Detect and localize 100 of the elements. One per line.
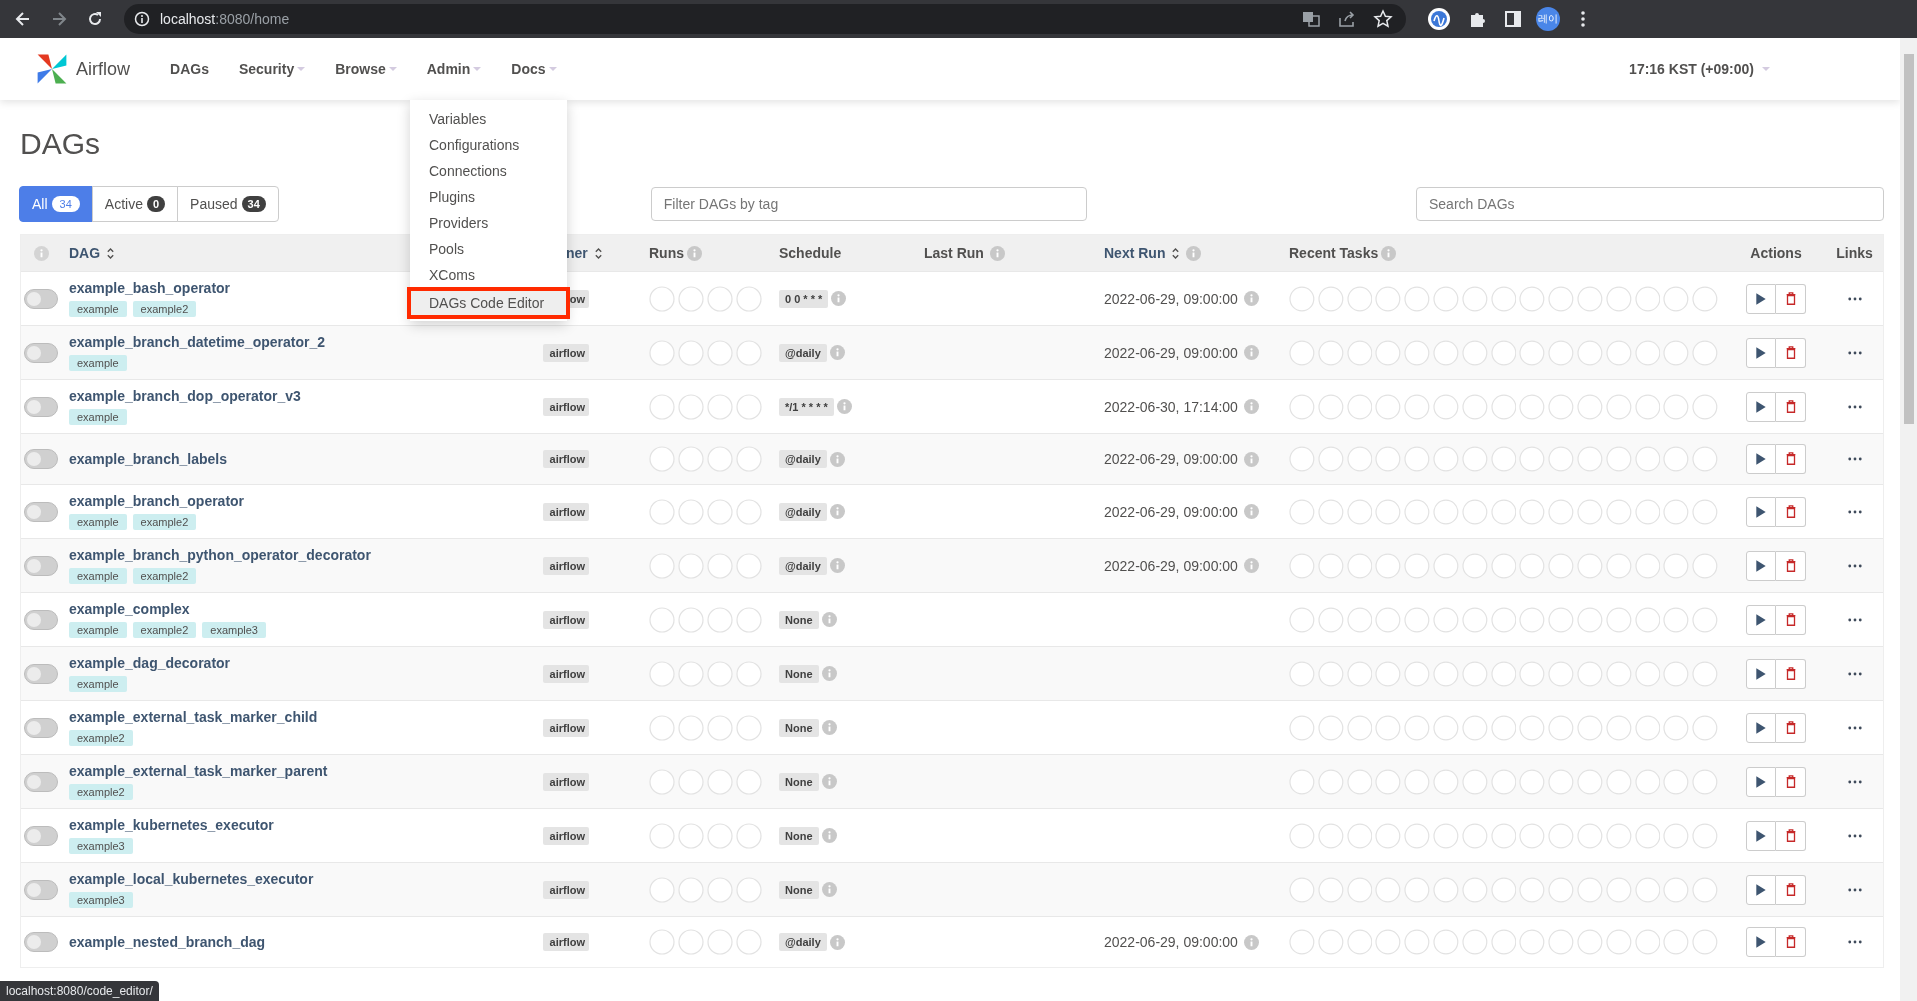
translate-icon[interactable] xyxy=(1301,9,1321,29)
pause-toggle[interactable] xyxy=(24,288,58,309)
more-icon[interactable] xyxy=(1847,833,1862,838)
dag-link[interactable]: example_branch_labels xyxy=(69,451,227,467)
trigger-button[interactable] xyxy=(1746,337,1776,368)
trigger-button[interactable] xyxy=(1746,550,1776,581)
sort-icon[interactable] xyxy=(1171,245,1181,261)
dag-link[interactable]: example_branch_python_operator_decorator xyxy=(69,547,371,563)
tag-label[interactable]: example xyxy=(69,622,127,638)
pause-toggle[interactable] xyxy=(24,396,58,417)
scrollbar[interactable] xyxy=(1900,38,1917,1001)
sort-icon[interactable] xyxy=(106,245,116,261)
column-header[interactable]: ner xyxy=(566,245,588,261)
more-icon[interactable] xyxy=(1847,671,1862,676)
sidebar-icon[interactable] xyxy=(1503,9,1523,29)
share-icon[interactable] xyxy=(1337,9,1357,29)
delete-button[interactable] xyxy=(1776,283,1806,314)
more-icon[interactable] xyxy=(1847,457,1862,461)
column-header[interactable]: Next Run xyxy=(1104,245,1166,261)
more-icon[interactable] xyxy=(1847,725,1862,730)
tag-label[interactable]: example xyxy=(69,568,127,584)
search-field[interactable]: Search DAGs xyxy=(1416,187,1884,221)
info-icon[interactable] xyxy=(134,11,150,27)
dag-link[interactable]: example_local_kubernetes_executor xyxy=(69,871,314,887)
tag-label[interactable]: example2 xyxy=(132,622,197,638)
menu-item[interactable]: Connections xyxy=(410,158,567,184)
dag-link[interactable]: example_nested_branch_dag xyxy=(69,934,266,950)
nav-item[interactable]: Docs xyxy=(511,61,557,77)
pause-toggle[interactable] xyxy=(24,449,58,469)
menu-item[interactable]: Pools xyxy=(410,236,567,262)
menu-item[interactable]: Plugins xyxy=(410,184,567,210)
dag-link[interactable]: example_bash_operator xyxy=(69,280,231,296)
more-icon[interactable] xyxy=(1847,404,1862,409)
pause-toggle[interactable] xyxy=(24,825,58,846)
pause-toggle[interactable] xyxy=(24,609,58,630)
pause-toggle[interactable] xyxy=(24,879,58,900)
tag-label[interactable]: example2 xyxy=(69,784,133,800)
delete-button[interactable] xyxy=(1776,391,1806,422)
trigger-button[interactable] xyxy=(1746,927,1776,957)
delete-button[interactable] xyxy=(1776,658,1806,689)
pause-toggle[interactable] xyxy=(24,663,58,684)
dag-link[interactable]: example_external_task_marker_parent xyxy=(69,763,328,779)
tag-label[interactable]: example3 xyxy=(69,838,133,854)
pause-toggle[interactable] xyxy=(24,771,58,792)
tag-filter-field[interactable]: Filter DAGs by tag xyxy=(650,187,1087,221)
pause-toggle[interactable] xyxy=(24,932,58,952)
trigger-button[interactable] xyxy=(1746,444,1776,474)
pause-toggle[interactable] xyxy=(24,501,58,522)
trigger-button[interactable] xyxy=(1746,766,1776,797)
trigger-button[interactable] xyxy=(1746,820,1776,851)
tag-label[interactable]: example xyxy=(69,676,127,692)
delete-button[interactable] xyxy=(1776,927,1806,957)
more-icon[interactable] xyxy=(1847,509,1862,514)
tag-label[interactable]: example2 xyxy=(132,514,197,530)
trigger-button[interactable] xyxy=(1746,283,1776,314)
nav-item[interactable]: DAGs xyxy=(170,61,209,77)
more-icon[interactable] xyxy=(1847,940,1862,944)
dag-link[interactable]: example_dag_decorator xyxy=(69,655,231,671)
column-header[interactable]: DAG xyxy=(69,245,101,261)
tag-label[interactable]: example xyxy=(69,355,127,371)
brand-name[interactable]: Airflow xyxy=(76,58,130,80)
delete-button[interactable] xyxy=(1776,337,1806,368)
dag-link[interactable]: example_external_task_marker_child xyxy=(69,709,318,725)
delete-button[interactable] xyxy=(1776,712,1806,743)
menu-item[interactable]: XComs xyxy=(410,262,567,288)
trigger-button[interactable] xyxy=(1746,604,1776,635)
tag-label[interactable]: example2 xyxy=(132,568,197,584)
trigger-button[interactable] xyxy=(1746,391,1776,422)
menu-item[interactable]: Providers xyxy=(410,210,567,236)
more-icon[interactable] xyxy=(1847,617,1862,622)
tag-label[interactable]: example xyxy=(69,514,127,530)
dag-link[interactable]: example_branch_dop_operator_v3 xyxy=(69,388,301,404)
more-icon[interactable] xyxy=(1847,296,1862,301)
tag-label[interactable]: example3 xyxy=(202,622,266,638)
dag-link[interactable]: example_complex xyxy=(69,601,190,617)
trigger-button[interactable] xyxy=(1746,874,1776,905)
nav-item[interactable]: Browse xyxy=(335,61,397,77)
trigger-button[interactable] xyxy=(1746,712,1776,743)
nav-item[interactable]: Admin xyxy=(426,61,482,77)
pause-toggle[interactable] xyxy=(24,555,58,576)
delete-button[interactable] xyxy=(1776,766,1806,797)
tag-label[interactable]: example xyxy=(69,301,127,317)
trigger-button[interactable] xyxy=(1746,496,1776,527)
address-bar[interactable]: localhost:8080/home xyxy=(124,4,1406,34)
more-icon[interactable] xyxy=(1847,350,1862,355)
filter-tab[interactable]: Active 0 xyxy=(91,186,179,222)
delete-button[interactable] xyxy=(1776,444,1806,474)
menu-item[interactable]: Configurations xyxy=(410,132,567,158)
sort-icon[interactable] xyxy=(593,245,603,261)
tag-label[interactable]: example2 xyxy=(69,730,133,746)
dag-link[interactable]: example_branch_operator xyxy=(69,493,245,509)
delete-button[interactable] xyxy=(1776,874,1806,905)
delete-button[interactable] xyxy=(1776,604,1806,635)
more-icon[interactable] xyxy=(1847,887,1862,892)
filter-tab[interactable]: Paused 34 xyxy=(177,186,279,222)
delete-button[interactable] xyxy=(1776,820,1806,851)
tag-label[interactable]: example2 xyxy=(132,301,197,317)
filter-tab[interactable]: All 34 xyxy=(19,186,93,222)
more-icon[interactable] xyxy=(1847,563,1862,568)
tag-label[interactable]: example3 xyxy=(69,892,133,908)
